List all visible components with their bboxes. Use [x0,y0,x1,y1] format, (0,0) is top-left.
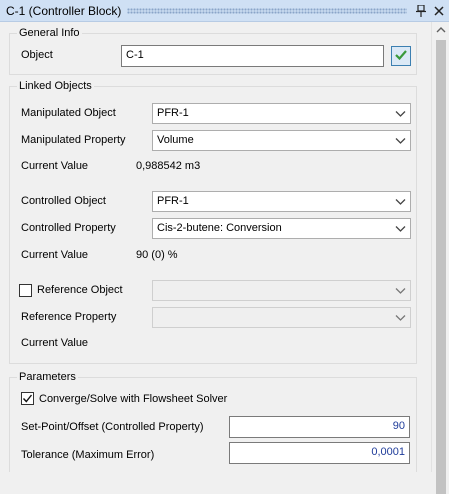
chevron-down-icon [395,135,406,146]
manipulated-object-select[interactable]: PFR-1 [152,103,411,124]
object-name-field[interactable]: C-1 [121,45,384,67]
general-info-group: General Info Object C-1 [9,27,417,75]
tolerance-field[interactable]: 0,0001 [229,442,410,464]
current-value-manipulated: 0,988542 m3 [136,160,201,172]
pin-icon[interactable] [413,3,429,19]
manipulated-property-select[interactable]: Volume [152,130,411,151]
reference-object-label: Reference Object [37,284,123,296]
manipulated-object-value: PFR-1 [157,107,189,119]
titlebar-grip[interactable] [127,7,407,14]
window-title: C-1 (Controller Block) [6,3,122,18]
controlled-object-label: Controlled Object [21,195,106,207]
converge-solve-checkbox[interactable] [21,392,34,405]
current-value-label-reference: Current Value [21,337,89,349]
vertical-scrollbar[interactable] [431,22,449,494]
reference-property-label: Reference Property [21,311,117,323]
current-value-label-controlled: Current Value [21,249,89,261]
controlled-object-value: PFR-1 [157,195,189,207]
general-info-header: General Info [17,27,82,39]
current-value-controlled: 90 (0) % [136,249,178,261]
chevron-down-icon [395,223,406,234]
tolerance-label: Tolerance (Maximum Error) [21,449,155,461]
converge-solve-label: Converge/Solve with Flowsheet Solver [39,393,228,405]
checkmark-icon [22,393,33,407]
setpoint-label: Set-Point/Offset (Controlled Property) [21,421,204,433]
manipulated-object-label: Manipulated Object [21,107,116,119]
scrollbar-thumb[interactable] [436,40,446,494]
close-icon[interactable] [431,3,447,19]
reference-object-select[interactable] [152,280,411,301]
linked-objects-group: Linked Objects Manipulated Object PFR-1 … [9,80,417,364]
controlled-property-value: Cis-2-butene: Conversion [157,222,282,234]
chevron-down-icon [395,312,406,323]
parameters-group: Parameters Converge/Solve with Flowsheet… [9,371,417,472]
controlled-property-label: Controlled Property [21,222,116,234]
chevron-down-icon [395,196,406,207]
controlled-object-select[interactable]: PFR-1 [152,191,411,212]
reference-property-select[interactable] [152,307,411,328]
controlled-property-select[interactable]: Cis-2-butene: Conversion [152,218,411,239]
reference-object-checkbox[interactable] [19,284,32,297]
current-value-label-manipulated: Current Value [21,160,89,172]
parameters-header: Parameters [17,371,78,383]
chevron-down-icon [395,285,406,296]
manipulated-property-label: Manipulated Property [21,134,126,146]
checkmark-icon [395,49,407,63]
manipulated-property-value: Volume [157,134,194,146]
setpoint-field[interactable]: 90 [229,416,410,438]
scroll-up-icon[interactable] [435,27,447,35]
linked-objects-header: Linked Objects [17,80,94,92]
chevron-down-icon [395,108,406,119]
window-titlebar[interactable]: C-1 (Controller Block) [0,0,449,22]
object-label: Object [21,49,53,61]
confirm-name-button[interactable] [391,46,411,66]
